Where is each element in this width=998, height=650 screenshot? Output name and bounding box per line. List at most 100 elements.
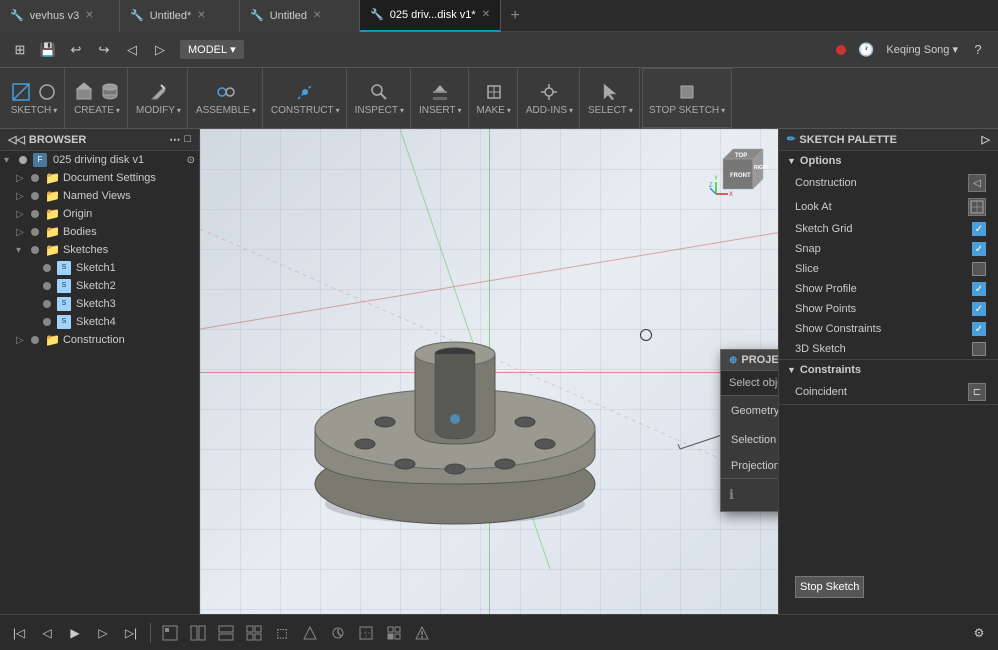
options-header[interactable]: ▼ Options: [779, 151, 998, 171]
bt-settings-icon[interactable]: ⚙: [968, 622, 990, 644]
bt-settings-container: ⚙: [968, 622, 990, 644]
sketch-grid-checkbox[interactable]: ✓: [972, 222, 986, 236]
view-cube[interactable]: TOP FRONT RIGHT X Y Z: [708, 139, 768, 199]
construction-icon-btn[interactable]: ◁: [968, 174, 986, 192]
bt-icon1[interactable]: [159, 622, 181, 644]
projection-label: Projection Link: [731, 460, 778, 472]
canvas-area[interactable]: 15.00: [200, 129, 778, 614]
tree-item-sketch3[interactable]: ▷ S Sketch3: [24, 295, 199, 313]
toolbar-group-modify[interactable]: MODIFY ▾: [130, 68, 188, 128]
new-tab-button[interactable]: +: [501, 7, 529, 25]
tree-folder-const: 📁: [45, 333, 60, 347]
user-name: Keqing Song ▾: [886, 43, 958, 56]
bt-prev-btn[interactable]: ◁: [36, 622, 58, 644]
toolbar-group-sketch[interactable]: SKETCH ▾: [4, 68, 65, 128]
bt-icon5[interactable]: ⬚: [271, 622, 293, 644]
3d-sketch-label: 3D Sketch: [795, 343, 846, 355]
bt-icon6[interactable]: [299, 622, 321, 644]
snap-checkbox[interactable]: ✓: [972, 242, 986, 256]
svg-text:Y: Y: [714, 176, 718, 182]
3d-sketch-checkbox[interactable]: [972, 342, 986, 356]
dialog-hint: Select objects to project: [721, 371, 778, 396]
arrow-right-icon[interactable]: ▷: [148, 38, 172, 62]
info-icon[interactable]: ℹ: [729, 487, 734, 503]
tab-untitled2[interactable]: 🔧 Untitled ✕: [240, 0, 360, 32]
tree-bullet-bodies: [31, 228, 39, 236]
show-constraints-label: Show Constraints: [795, 323, 881, 335]
stop-sketch-palette-button[interactable]: Stop Sketch: [795, 576, 864, 598]
tree-item-construction[interactable]: ▷ 📁 Construction: [12, 331, 199, 349]
tree-item-doc-settings[interactable]: ▷ 📁 Document Settings: [12, 169, 199, 187]
save-icon[interactable]: 💾: [36, 38, 60, 62]
coincident-icon-btn[interactable]: ⊏: [968, 383, 986, 401]
assemble-icon: [215, 81, 237, 103]
tab-icon: 🔧: [10, 9, 24, 22]
toolbar-group-create[interactable]: CREATE ▾: [67, 68, 128, 128]
tree-label-origin: Origin: [63, 208, 92, 220]
toolbar-group-assemble[interactable]: ASSEMBLE ▾: [190, 68, 263, 128]
tree-bullet-views: [31, 192, 39, 200]
tree-item-sketches[interactable]: ▾ 📁 Sketches: [12, 241, 199, 259]
tree-folder-doc: 📁: [45, 171, 60, 185]
bt-icon10[interactable]: [411, 622, 433, 644]
toolbar-group-make[interactable]: MAKE ▾: [471, 68, 518, 128]
model-button[interactable]: MODEL ▾: [180, 40, 244, 59]
sidebar-collapse-btn[interactable]: □: [184, 133, 191, 146]
show-profile-checkbox[interactable]: ✓: [972, 282, 986, 296]
bt-forward-btn[interactable]: ▷|: [120, 622, 142, 644]
toolbar-group-inspect[interactable]: INSPECT ▾: [349, 68, 411, 128]
help-icon[interactable]: ?: [966, 38, 990, 62]
toolbar-group-select[interactable]: SELECT ▾: [582, 68, 640, 128]
tab-025-disk[interactable]: 🔧 025 driv...disk v1* ✕: [360, 0, 501, 32]
tree-label-s4: Sketch4: [76, 316, 116, 328]
tree-item-sketch1[interactable]: ▷ S Sketch1: [24, 259, 199, 277]
tab-close[interactable]: ✕: [85, 10, 93, 21]
toolbar-group-construct[interactable]: CONSTRUCT ▾: [265, 68, 347, 128]
tree-item-named-views[interactable]: ▷ 📁 Named Views: [12, 187, 199, 205]
tree-label-root: 025 driving disk v1: [53, 154, 144, 166]
bt-next-btn[interactable]: ▷: [92, 622, 114, 644]
create-icon2: [99, 81, 121, 103]
tree-item-sketch2[interactable]: ▷ S Sketch2: [24, 277, 199, 295]
constraints-header[interactable]: ▼ Constraints: [779, 360, 998, 380]
stop-sketch-palette-label: Stop Sketch: [800, 581, 859, 593]
tree-item-origin[interactable]: ▷ 📁 Origin: [12, 205, 199, 223]
toolbar-group-addins[interactable]: ADD-INS ▾: [520, 68, 580, 128]
bt-icon2[interactable]: [187, 622, 209, 644]
lookat-icon-btn[interactable]: [968, 198, 986, 216]
bt-icon8[interactable]: [355, 622, 377, 644]
sidebar-settings-icon[interactable]: ⋯: [169, 133, 180, 146]
tab-close[interactable]: ✕: [313, 10, 321, 21]
tree-arrow-views: ▷: [16, 191, 28, 202]
tree-item-bodies[interactable]: ▷ 📁 Bodies: [12, 223, 199, 241]
modify-icon: [147, 81, 169, 103]
show-points-checkbox[interactable]: ✓: [972, 302, 986, 316]
tree-item-sketch4[interactable]: ▷ S Sketch4: [24, 313, 199, 331]
palette-expand-icon[interactable]: ▷: [982, 133, 990, 146]
sidebar-collapse-icon[interactable]: ◁◁: [8, 133, 25, 146]
bt-icon7[interactable]: [327, 622, 349, 644]
grid-icon[interactable]: ⊞: [8, 38, 32, 62]
svg-text:Z: Z: [709, 183, 713, 189]
slice-checkbox[interactable]: [972, 262, 986, 276]
tab-close[interactable]: ✕: [482, 9, 490, 20]
clock-icon[interactable]: 🕐: [854, 38, 878, 62]
tab-close[interactable]: ✕: [197, 10, 205, 21]
tab-untitled1[interactable]: 🔧 Untitled* ✕: [120, 0, 240, 32]
toolbar-group-stop-sketch[interactable]: STOP SKETCH ▾: [642, 68, 732, 128]
arrow-left-icon[interactable]: ◁: [120, 38, 144, 62]
undo-icon[interactable]: ↩: [64, 38, 88, 62]
show-constraints-checkbox[interactable]: ✓: [972, 322, 986, 336]
bt-icon4[interactable]: [243, 622, 265, 644]
toolbar-group-insert[interactable]: INSERT ▾: [413, 68, 469, 128]
bt-play-btn[interactable]: ▶: [64, 622, 86, 644]
sketch-icon1: [10, 81, 32, 103]
bt-back-btn[interactable]: |◁: [8, 622, 30, 644]
palette-title: SKETCH PALETTE: [799, 134, 897, 146]
tree-item-root[interactable]: ▾ F 025 driving disk v1 ⊙: [0, 151, 199, 169]
redo-icon[interactable]: ↪: [92, 38, 116, 62]
tab-vevhus[interactable]: 🔧 vevhus v3 ✕: [0, 0, 120, 32]
bt-icon9[interactable]: [383, 622, 405, 644]
inspect-icon: [368, 81, 390, 103]
bt-icon3[interactable]: [215, 622, 237, 644]
